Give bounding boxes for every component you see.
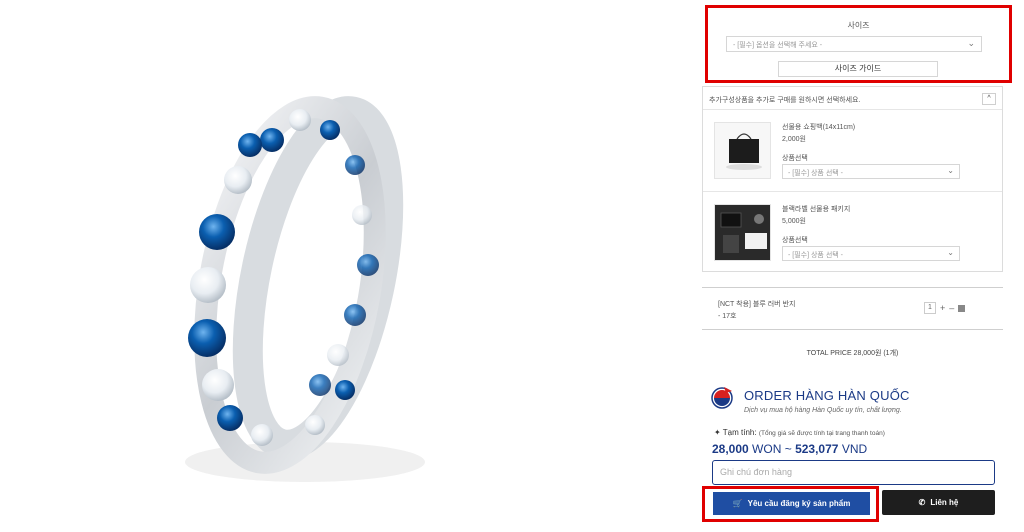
request-button-highlight: 🛒 Yêu cầu đăng ký sản phẩm: [702, 486, 879, 522]
order-subtitle: Dịch vụ mua hộ hàng Hàn Quốc uy tín, chấ…: [744, 407, 902, 414]
addon-item-name: 선물용 쇼핑백(14x11cm): [782, 124, 856, 131]
size-guide-button[interactable]: 사이즈 가이드: [778, 61, 938, 77]
addon-item: 블랙라벨 선물용 패키지 5,000원 상품선택 - [필수] 상품 선택 - …: [703, 191, 1002, 275]
addon-item-price: 5,000원: [782, 218, 806, 225]
total-price: TOTAL PRICE 28,000원 (1개): [806, 350, 899, 357]
size-select[interactable]: - [필수] 옵션을 선택해 주세요 - ⌄: [726, 36, 982, 52]
contact-button-label: Liên hệ: [930, 498, 959, 507]
estimate-label: Tạm tính:: [722, 428, 757, 437]
contact-button[interactable]: ✆ Liên hệ: [882, 490, 995, 515]
order-logo-icon: [710, 385, 734, 409]
product-page: 사이즈 - [필수] 옵션을 선택해 주세요 - ⌄ 사이즈 가이드 추가구성상…: [0, 0, 1024, 532]
gift-package-thumbnail: [714, 204, 771, 261]
price-vnd: 523,077: [795, 442, 839, 456]
line-item-name: [NCT 착용] 블루 러버 반지: [718, 301, 796, 308]
addon-select-value: - [필수] 상품 선택 -: [788, 170, 843, 177]
addon-item-name: 블랙라벨 선물용 패키지: [782, 206, 851, 213]
purchase-panel: 사이즈 - [필수] 옵션을 선택해 주세요 - ⌄ 사이즈 가이드 추가구성상…: [700, 0, 1024, 532]
chevron-down-icon: ⌄: [947, 248, 954, 257]
chevron-down-icon: ⌄: [947, 166, 954, 175]
order-note-input[interactable]: Ghi chú đơn hàng: [712, 460, 995, 485]
request-product-button[interactable]: 🛒 Yêu cầu đăng ký sản phẩm: [713, 492, 870, 515]
phone-icon: ✆: [918, 498, 926, 507]
line-item-option: - 17호: [718, 313, 737, 320]
selected-line-item: [NCT 착용] 블루 러버 반지 - 17호 1 + –: [702, 289, 1003, 329]
size-option-section: 사이즈 - [필수] 옵션을 선택해 주세요 - ⌄ 사이즈 가이드: [705, 5, 1012, 83]
estimate-note: (Tổng giá sẽ được tính tại trang thanh t…: [758, 430, 885, 437]
addon-item-price: 2,000원: [782, 136, 806, 143]
addon-select-value: - [필수] 상품 선택 -: [788, 252, 843, 259]
price-range: 28,000 WON ~ 523,077 VND: [712, 442, 867, 456]
sparkle-icon: ✦: [714, 428, 721, 437]
size-title: 사이즈: [847, 21, 870, 30]
cart-icon: 🛒: [732, 499, 743, 508]
chevron-down-icon: ⌄: [967, 38, 975, 48]
order-service-box: ORDER HÀNG HÀN QUỐC Dịch vụ mua hộ hàng …: [702, 378, 1002, 530]
addon-option-label: 상품선택: [782, 155, 808, 162]
plus-icon[interactable]: +: [940, 303, 945, 313]
divider: [702, 287, 1003, 288]
won-unit: WON: [752, 442, 782, 456]
addon-item: 선물용 쇼핑백(14x11cm) 2,000원 상품선택 - [필수] 상품 선…: [703, 109, 1002, 193]
addon-header: 추가구성상품을 추가로 구매를 원하시면 선택하세요.: [709, 97, 861, 104]
addon-item-select[interactable]: - [필수] 상품 선택 - ⌄: [782, 246, 960, 261]
addon-products: 추가구성상품을 추가로 구매를 원하시면 선택하세요. ^ 선물용 쇼핑백(14…: [702, 86, 1003, 272]
addon-item-select[interactable]: - [필수] 상품 선택 - ⌄: [782, 164, 960, 179]
vnd-unit: VND: [841, 442, 868, 456]
quantity-input[interactable]: 1: [924, 302, 936, 314]
request-button-label: Yêu cầu đăng ký sản phẩm: [747, 499, 851, 508]
product-image: [0, 0, 700, 532]
collapse-button[interactable]: ^: [982, 93, 996, 105]
quantity-stepper: 1 + –: [924, 302, 966, 314]
addon-option-label: 상품선택: [782, 237, 808, 244]
shopping-bag-thumbnail: [714, 122, 771, 179]
size-select-value: - [필수] 옵션을 선택해 주세요 -: [733, 42, 823, 49]
estimate-row: ✦ Tạm tính: (Tổng giá sẽ được tính tại t…: [714, 428, 885, 437]
order-title: ORDER HÀNG HÀN QUỐC: [744, 388, 910, 403]
price-won: 28,000: [712, 442, 749, 456]
delete-icon[interactable]: [958, 304, 966, 312]
minus-icon[interactable]: –: [949, 303, 954, 313]
tilde: ~: [784, 442, 792, 456]
ring-image: [185, 96, 425, 482]
divider: [702, 329, 1003, 330]
